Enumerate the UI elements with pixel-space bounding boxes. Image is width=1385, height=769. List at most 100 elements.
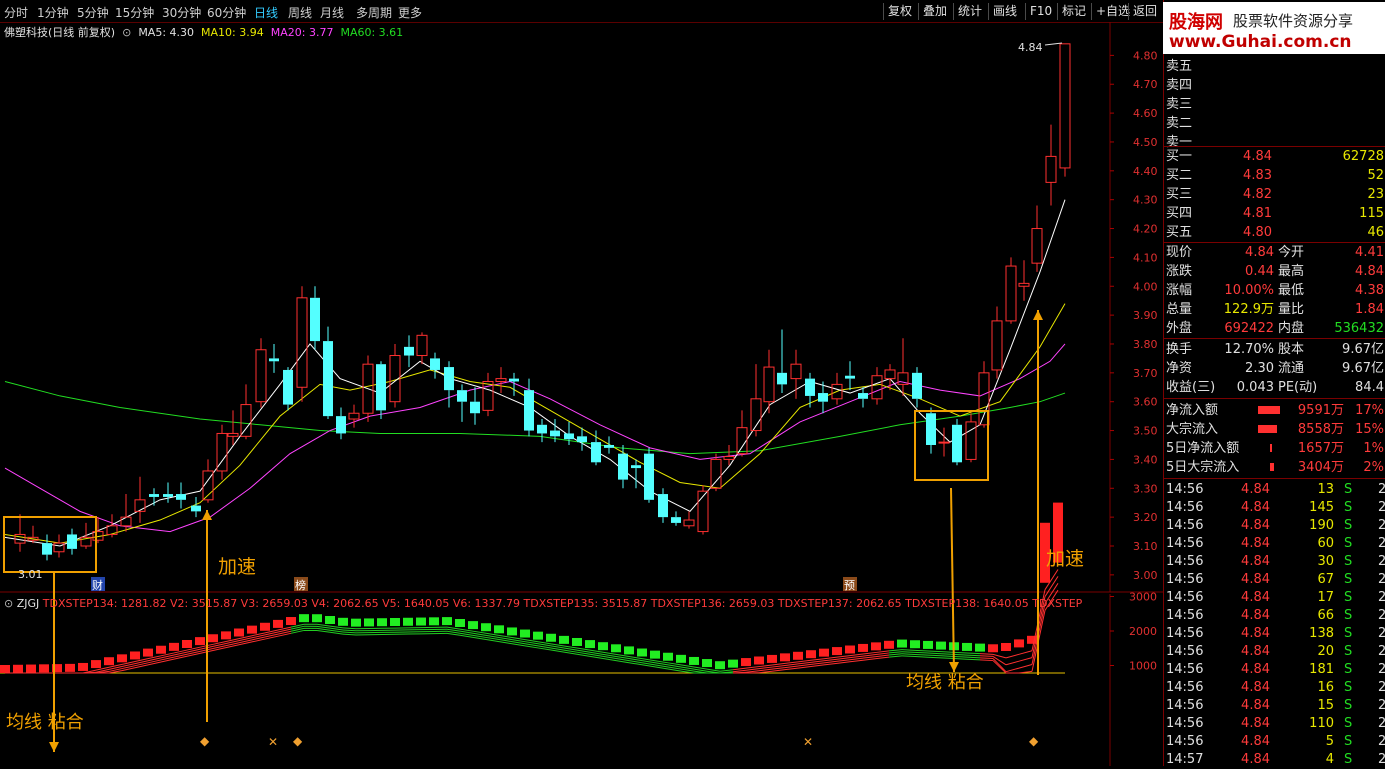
indicator-line [915,652,928,653]
indicator-line [902,652,915,653]
indicator-line [564,646,577,648]
indicator-bar [286,617,296,625]
logo-brand: 股海网 [1169,8,1223,34]
indicator-bar [572,638,582,646]
period-tab-10[interactable]: 更多 [398,4,422,21]
indicator-bar [182,640,192,648]
low-price-mark: 3.01 [18,568,43,581]
candle [269,344,279,373]
toolbar-button-2[interactable]: 统计 [953,3,986,20]
candle [430,353,440,379]
indicator-bar [936,642,946,650]
period-tab-9[interactable]: 多周期 [356,4,392,21]
candle [81,523,91,549]
indicator-line [330,630,343,632]
indicator-bar [624,646,634,654]
toolbar-button-5[interactable]: 标记 [1057,3,1090,20]
toolbar-button-3[interactable]: 画线 [988,3,1021,20]
indicator-bar [780,653,790,661]
indicator-line [655,667,668,669]
kline-chart[interactable]: 4.804.704.604.504.404.304.204.104.003.90… [0,22,1163,766]
indicator-line [603,652,616,654]
svg-text:财: 财 [92,578,103,592]
indicator-bar [663,653,673,661]
indicator-line [616,654,629,656]
indicator-line [772,665,785,667]
candle [241,384,251,439]
indicator-line [733,668,746,670]
period-tab-8[interactable]: 月线 [320,4,344,21]
gem-marker: ◆ [200,734,210,748]
candle [992,306,1002,378]
candle [1060,44,1070,177]
indicator-line [889,656,902,657]
indicator-line [772,670,785,672]
indicator-line [772,668,785,670]
candle [203,459,213,502]
candle [858,387,868,407]
candle [658,488,668,523]
indicator-line [824,661,837,663]
indicator-line [863,655,876,657]
period-tab-0[interactable]: 分时 [4,4,28,21]
indicator-bar [26,665,36,673]
indicator-line [616,661,629,663]
indicator-line [512,642,525,644]
indicator-line [330,632,343,634]
candle [1046,125,1056,206]
indicator-settings-icon[interactable]: ⊙ [4,597,17,610]
indicator-line [954,656,967,657]
indicator-line [343,634,356,635]
indicator-line [707,669,720,671]
indicator-line [629,659,642,661]
indicator-line [967,655,980,656]
period-tab-6[interactable]: 日线 [254,4,278,21]
indicator-bar [533,632,543,640]
indicator-line [980,654,993,655]
period-tab-1[interactable]: 1分钟 [37,4,69,21]
candle [644,448,654,503]
indicator-bar [234,629,244,637]
toolbar-button-7[interactable]: 返回 [1128,3,1161,20]
price-tick: 3.90 [1133,309,1158,322]
indicator-bar [897,640,907,648]
indicator-line [668,667,681,669]
candle [67,529,77,555]
indicator-tick: 1000 [1129,660,1157,673]
period-tab-2[interactable]: 5分钟 [77,4,109,21]
indicator-bar [143,649,153,657]
guhai-logo: 股海网 股票软件资源分享 www.Guhai.com.cn [1163,2,1385,54]
indicator-line [317,626,330,628]
flow-bar [1258,425,1277,433]
indicator-line [850,654,863,656]
indicator-bar [221,631,231,639]
indicator-line [551,650,564,652]
toolbar-button-0[interactable]: 复权 [883,3,916,20]
period-tab-4[interactable]: 30分钟 [162,4,201,21]
candle [631,459,641,488]
indicator-line [785,666,798,668]
indicator-line [577,648,590,650]
candle [349,405,359,428]
toolbar: 分时 1分钟 5分钟 15分钟 30分钟 60分钟日线周线月线多周期更多 复权叠加统计画线F… [0,0,1163,23]
indicator-line [954,654,967,655]
tag-bang: 榜 [294,577,308,592]
indicator-bar [793,652,803,660]
indicator-line [1019,658,1032,662]
candle [926,407,936,453]
period-tab-3[interactable]: 15分钟 [115,4,154,21]
divider [1163,478,1385,479]
indicator-line [850,658,863,660]
indicator-line [876,651,889,653]
period-tab-5[interactable]: 60分钟 [207,4,246,21]
period-tab-7[interactable]: 周线 [288,4,312,21]
candle [163,483,173,503]
indicator-line [590,650,603,652]
indicator-bar [754,656,764,664]
indicator-bar [1014,639,1024,647]
toolbar-button-4[interactable]: F10 [1025,3,1056,20]
indicator-line [538,648,551,650]
price-tick: 3.50 [1133,425,1158,438]
toolbar-button-1[interactable]: 叠加 [918,3,951,20]
indicator-line [967,653,980,654]
